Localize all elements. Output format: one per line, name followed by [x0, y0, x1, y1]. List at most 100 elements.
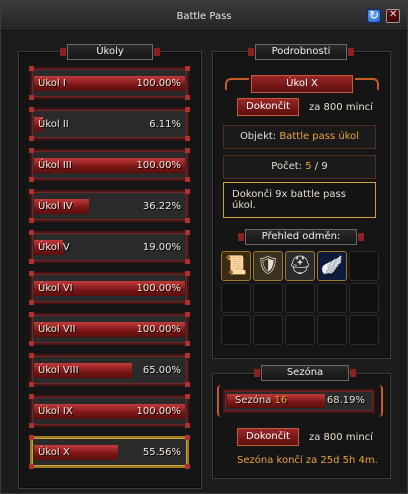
- finish-season-cost: za 800 mincí: [309, 432, 373, 443]
- task-row[interactable]: Úkol II 6.11%: [29, 107, 190, 141]
- frame-corner: [185, 353, 190, 358]
- frame-corner: [185, 435, 190, 440]
- frame-corner: [29, 148, 34, 153]
- frame-corner: [185, 95, 190, 100]
- helmet-icon[interactable]: ⛑: [285, 251, 315, 281]
- frame-corner: [29, 382, 34, 387]
- battle-pass-window: Battle Pass Úkoly Úkol I 100.00% Úkol II 6.…: [0, 0, 408, 494]
- task-row[interactable]: Úkol X 55.56%: [29, 435, 190, 469]
- frame-corner: [29, 189, 34, 194]
- frame-corner: [185, 464, 190, 469]
- frame-corner: [29, 136, 34, 141]
- task-percent: 19.00%: [142, 242, 181, 253]
- task-percent: 6.11%: [149, 119, 181, 130]
- frame-corner: [29, 300, 34, 305]
- task-name: Úkol V: [38, 242, 70, 253]
- selected-task-name: Úkol X: [251, 75, 353, 93]
- frame-corner: [29, 394, 34, 399]
- task-name: Úkol VIII: [38, 365, 79, 376]
- finish-season-button[interactable]: Dokončit: [237, 428, 299, 446]
- count-separator: /: [311, 161, 322, 172]
- frame-corner: [29, 312, 34, 317]
- task-percent: 100.00%: [136, 283, 182, 294]
- object-label: Objekt:: [239, 131, 277, 142]
- task-row[interactable]: Úkol IX 100.00%: [29, 394, 190, 428]
- frame-corner: [185, 189, 190, 194]
- count-box: Počet: 5 / 9: [223, 155, 376, 179]
- empty-reward-slot: [285, 283, 315, 313]
- task-percent: 100.00%: [136, 406, 182, 417]
- close-button[interactable]: [386, 9, 400, 23]
- empty-reward-slot: [349, 251, 379, 281]
- task-row[interactable]: Úkol III 100.00%: [29, 148, 190, 182]
- knight-armor-icon[interactable]: 🛡: [253, 251, 283, 281]
- object-value: Battle pass úkol: [279, 131, 360, 142]
- task-row[interactable]: Úkol V 19.00%: [29, 230, 190, 264]
- season-percent: 68.19%: [326, 395, 365, 406]
- season-label: Sezóna 16: [235, 395, 287, 406]
- frame-corner: [185, 394, 190, 399]
- empty-reward-slot: [349, 283, 379, 313]
- blue-wings-icon[interactable]: 🪽: [317, 251, 347, 281]
- task-name: Úkol IV: [38, 201, 73, 212]
- task-name: Úkol VI: [38, 283, 73, 294]
- task-name: Úkol III: [38, 160, 72, 171]
- window-title: Battle Pass: [176, 11, 232, 22]
- empty-reward-slot: [253, 283, 283, 313]
- frame-corner: [185, 271, 190, 276]
- frame-corner: [185, 148, 190, 153]
- task-row[interactable]: Úkol IV 36.22%: [29, 189, 190, 223]
- empty-reward-slot: [221, 315, 251, 345]
- ornament-right-icon: [355, 78, 379, 90]
- finish-task-cost: za 800 mincí: [309, 102, 373, 113]
- frame-corner: [185, 312, 190, 317]
- season-ornament-right-icon: [377, 385, 383, 417]
- frame-corner: [185, 66, 190, 71]
- empty-reward-slot: [317, 315, 347, 345]
- empty-reward-slot: [349, 315, 379, 345]
- season-panel-title: Sezóna: [254, 365, 356, 381]
- season-label-text: Sezóna: [235, 395, 272, 406]
- season-ends-text: Sezóna končí za 25d 5h 4m.: [237, 455, 378, 466]
- frame-corner: [29, 218, 34, 223]
- task-name: Úkol IX: [38, 406, 73, 417]
- task-name: Úkol II: [38, 119, 69, 130]
- frame-corner: [29, 230, 34, 235]
- task-row[interactable]: Úkol VIII 65.00%: [29, 353, 190, 387]
- frame-corner: [185, 259, 190, 264]
- count-label: Počet:: [271, 161, 303, 172]
- object-box: Objekt: Battle pass úkol: [223, 125, 376, 149]
- task-row[interactable]: Úkol VI 100.00%: [29, 271, 190, 305]
- frame-corner: [29, 107, 34, 112]
- rewards-title: Přehled odměn:: [238, 229, 364, 245]
- frame-corner: [29, 95, 34, 100]
- empty-reward-slot: [221, 283, 251, 313]
- empty-reward-slot: [317, 283, 347, 313]
- empty-reward-slot: [253, 315, 283, 345]
- frame-corner: [185, 341, 190, 346]
- empty-reward-slot: [285, 315, 315, 345]
- frame-corner: [29, 353, 34, 358]
- task-percent: 100.00%: [136, 160, 182, 171]
- task-row[interactable]: Úkol I 100.00%: [29, 66, 190, 100]
- refresh-icon[interactable]: [367, 8, 381, 23]
- frame-corner: [185, 382, 190, 387]
- frame-corner: [29, 271, 34, 276]
- task-name: Úkol VII: [38, 324, 76, 335]
- task-percent: 100.00%: [136, 78, 182, 89]
- task-row[interactable]: Úkol VII 100.00%: [29, 312, 190, 346]
- count-total: 9: [321, 161, 328, 172]
- details-panel-title: Podrobnosti: [248, 44, 354, 60]
- task-percent: 100.00%: [136, 324, 182, 335]
- finish-task-button[interactable]: Dokončit: [237, 98, 299, 116]
- frame-corner: [185, 423, 190, 428]
- frame-corner: [29, 341, 34, 346]
- frame-corner: [185, 300, 190, 305]
- scroll-lightning-icon[interactable]: 📜: [221, 251, 251, 281]
- title-bar: Battle Pass: [1, 1, 407, 31]
- frame-corner: [29, 177, 34, 182]
- ornament-left-icon: [225, 78, 249, 90]
- frame-corner: [185, 177, 190, 182]
- task-name: Úkol X: [38, 447, 70, 458]
- frame-corner: [29, 464, 34, 469]
